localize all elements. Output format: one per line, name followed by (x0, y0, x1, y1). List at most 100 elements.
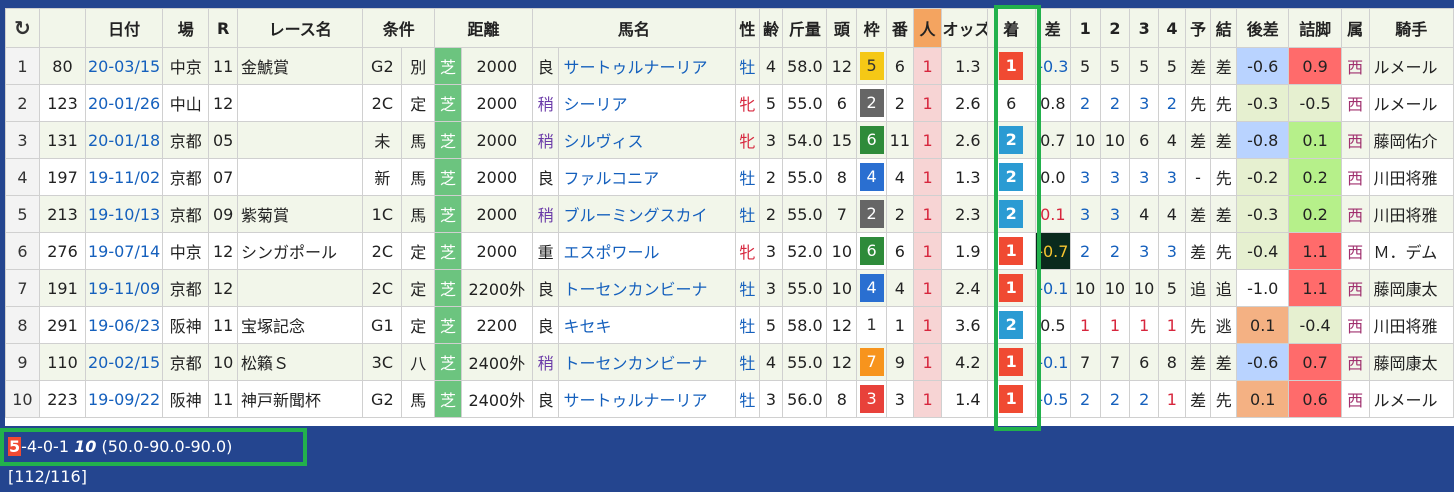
header-diff[interactable]: 差 (1034, 8, 1071, 48)
header-venue[interactable]: 場 (162, 8, 210, 48)
odds-cell: 2.6 (941, 84, 988, 122)
race-date-cell[interactable]: 19-09/22 (85, 380, 164, 418)
race-date-cell[interactable]: 20-03/15 (85, 47, 164, 85)
race-date-cell[interactable]: 19-06/23 (85, 306, 164, 344)
horse-name-cell[interactable]: サートゥルナーリア (558, 47, 737, 85)
race-date-cell[interactable]: 20-02/15 (85, 343, 164, 381)
horse-sex-cell: 牝 (735, 232, 760, 270)
table-row[interactable]: 7 191 19-11/09 京都 12 2C 定芝 2200外良トーセンカンビーナ 牡 3 55.… (5, 269, 1454, 307)
race-number-cell: 10 (208, 343, 239, 381)
horse-name-cell[interactable]: トーセンカンビーナ (558, 343, 737, 381)
header-c4[interactable]: 4 (1158, 8, 1186, 48)
header-age[interactable]: 齢 (758, 8, 784, 48)
finish-cell: 1 (986, 232, 1036, 270)
time-diff: -0.1 (1037, 278, 1069, 298)
venue-cell: 京都 (162, 269, 210, 307)
header-race-no[interactable]: R (208, 8, 239, 48)
header-result[interactable]: 結 (1210, 8, 1238, 48)
corner-4: 5 (1166, 278, 1177, 298)
horse-name-cell[interactable]: キセキ (558, 306, 737, 344)
header-odds[interactable]: オッズ (941, 8, 988, 48)
race-date-link: 19-07/14 (87, 241, 161, 261)
race-date-link: 20-02/15 (87, 352, 161, 372)
actual-style: 差 (1215, 206, 1232, 225)
table-row[interactable]: 2 123 20-01/26 中山 12 2C 定芝 2000 稍シーリア牝 5 55.0 6 2 2 1 2… (5, 84, 1454, 122)
header-cond[interactable]: 条件 (362, 8, 436, 48)
header-c2[interactable]: 2 (1099, 8, 1131, 48)
race-date-cell[interactable]: 19-11/02 (85, 158, 164, 196)
affiliation: 西 (1347, 391, 1364, 410)
race-type: 定 (410, 317, 427, 336)
carried-weight: 58.0 (787, 56, 823, 76)
race-date-cell[interactable]: 20-01/18 (85, 121, 164, 159)
header-tsume[interactable]: 詰脚 (1288, 8, 1342, 48)
header-yoso[interactable]: 予 (1184, 8, 1212, 48)
field-size-cell: 10 (826, 269, 858, 307)
race-type: 馬 (410, 391, 427, 410)
header-ban[interactable]: 番 (886, 8, 914, 48)
race-date-cell[interactable]: 20-01/26 (85, 84, 164, 122)
header-weight[interactable]: 斤量 (782, 8, 828, 48)
horse-name-link: シーリア (563, 95, 628, 114)
surface-cell: 芝 (434, 306, 462, 344)
header-zoku[interactable]: 属 (1340, 8, 1370, 48)
header-heads[interactable]: 頭 (826, 8, 858, 48)
horse-name-cell[interactable]: シーリア (558, 84, 737, 122)
table-row[interactable]: 5 213 19-10/13 京都 09 紫菊賞 1C 馬芝 2000 稍ブルーミングスカイ牡 2 5… (5, 195, 1454, 233)
reload-button[interactable]: ↻ (5, 8, 40, 48)
affiliation-cell: 西 (1340, 158, 1370, 196)
header-jockey[interactable]: 騎手 (1368, 8, 1454, 48)
table-row[interactable]: 8 291 19-06/23 阪神 11 宝塚記念 G1 定芝 2200 良キセキ牡 5 58.0 12… (5, 306, 1454, 344)
header-distance[interactable]: 距離 (434, 8, 533, 48)
horse-name-cell[interactable]: エスポワール (558, 232, 737, 270)
header-finish[interactable]: 着 (986, 8, 1036, 48)
row-number: 7 (17, 278, 28, 298)
race-type: 定 (410, 243, 427, 262)
track-condition-cell: 稍 (531, 195, 560, 233)
popularity-cell: 1 (912, 84, 943, 122)
predicted-style-cell: - (1184, 158, 1212, 196)
header-c1[interactable]: 1 (1069, 8, 1101, 48)
track-condition-cell: 良 (531, 306, 560, 344)
time-diff: 0.0 (1040, 167, 1066, 187)
closing-speed-cell: 0.7 (1288, 343, 1342, 381)
header-ninki[interactable]: 人 (912, 8, 943, 48)
header-c3[interactable]: 3 (1129, 8, 1160, 48)
header-kosa[interactable]: 後差 (1236, 8, 1290, 48)
race-number-cell: 12 (208, 269, 239, 307)
header-sex[interactable]: 性 (735, 8, 760, 48)
table-row[interactable]: 9 110 20-02/15 京都 10 松籟Ｓ 3C 八芝 2400外稍トーセンカンビーナ牡 4… (5, 343, 1454, 381)
table-row[interactable]: 3 131 20-01/18 京都 05 未馬芝 2000 稍シルヴィス牝 3 54.0 15 6 11… (5, 121, 1454, 159)
corner-1-cell: 2 (1069, 232, 1101, 270)
track-condition-cell: 稍 (531, 343, 560, 381)
horse-age: 3 (765, 278, 777, 298)
header-waku[interactable]: 枠 (856, 8, 887, 48)
table-row[interactable]: 4 197 19-11/02 京都 07 新馬芝 2000 良ファルコニア牡 2 55.0 8 4 4 1… (5, 158, 1454, 196)
header-date[interactable]: 日付 (85, 8, 164, 48)
race-date-link: 19-10/13 (87, 204, 161, 224)
race-name: 松籟Ｓ (241, 354, 290, 373)
race-name-cell: 宝塚記念 (237, 306, 364, 344)
horse-name-cell[interactable]: トーセンカンビーナ (558, 269, 737, 307)
table-row[interactable]: 10 223 19-09/22 阪神 11 神戸新聞杯 G2 馬芝 2400外良サートゥルナーリ… (5, 380, 1454, 418)
race-date-cell[interactable]: 19-10/13 (85, 195, 164, 233)
header-horse[interactable]: 馬名 (531, 8, 737, 48)
race-number-cell: 11 (208, 380, 239, 418)
race-date-cell[interactable]: 19-11/09 (85, 269, 164, 307)
horse-name-cell[interactable]: シルヴィス (558, 121, 737, 159)
surface: 芝 (440, 391, 457, 410)
horse-name-cell[interactable]: サートゥルナーリア (558, 380, 737, 418)
horse-name-cell[interactable]: ブルーミングスカイ (558, 195, 737, 233)
race-number: 11 (212, 389, 234, 409)
corner-2-cell: 2 (1099, 84, 1131, 122)
late-diff-cell: -0.3 (1236, 84, 1290, 122)
header-race-name[interactable]: レース名 (237, 8, 364, 48)
horse-age: 4 (765, 352, 777, 372)
affiliation: 西 (1347, 354, 1364, 373)
race-name-cell (237, 84, 364, 122)
race-date-cell[interactable]: 19-07/14 (85, 232, 164, 270)
distance-cell: 2400外 (460, 343, 533, 381)
table-row[interactable]: 6 276 19-07/14 中京 12 シンガポール 2C 定芝 2000 重エスポワール牝 3 5… (5, 232, 1454, 270)
horse-name-cell[interactable]: ファルコニア (558, 158, 737, 196)
table-row[interactable]: 1 80 20-03/15 中京 11 金鯱賞 G2 別芝 2000 良サートゥルナーリア牡 4 58… (5, 47, 1454, 85)
